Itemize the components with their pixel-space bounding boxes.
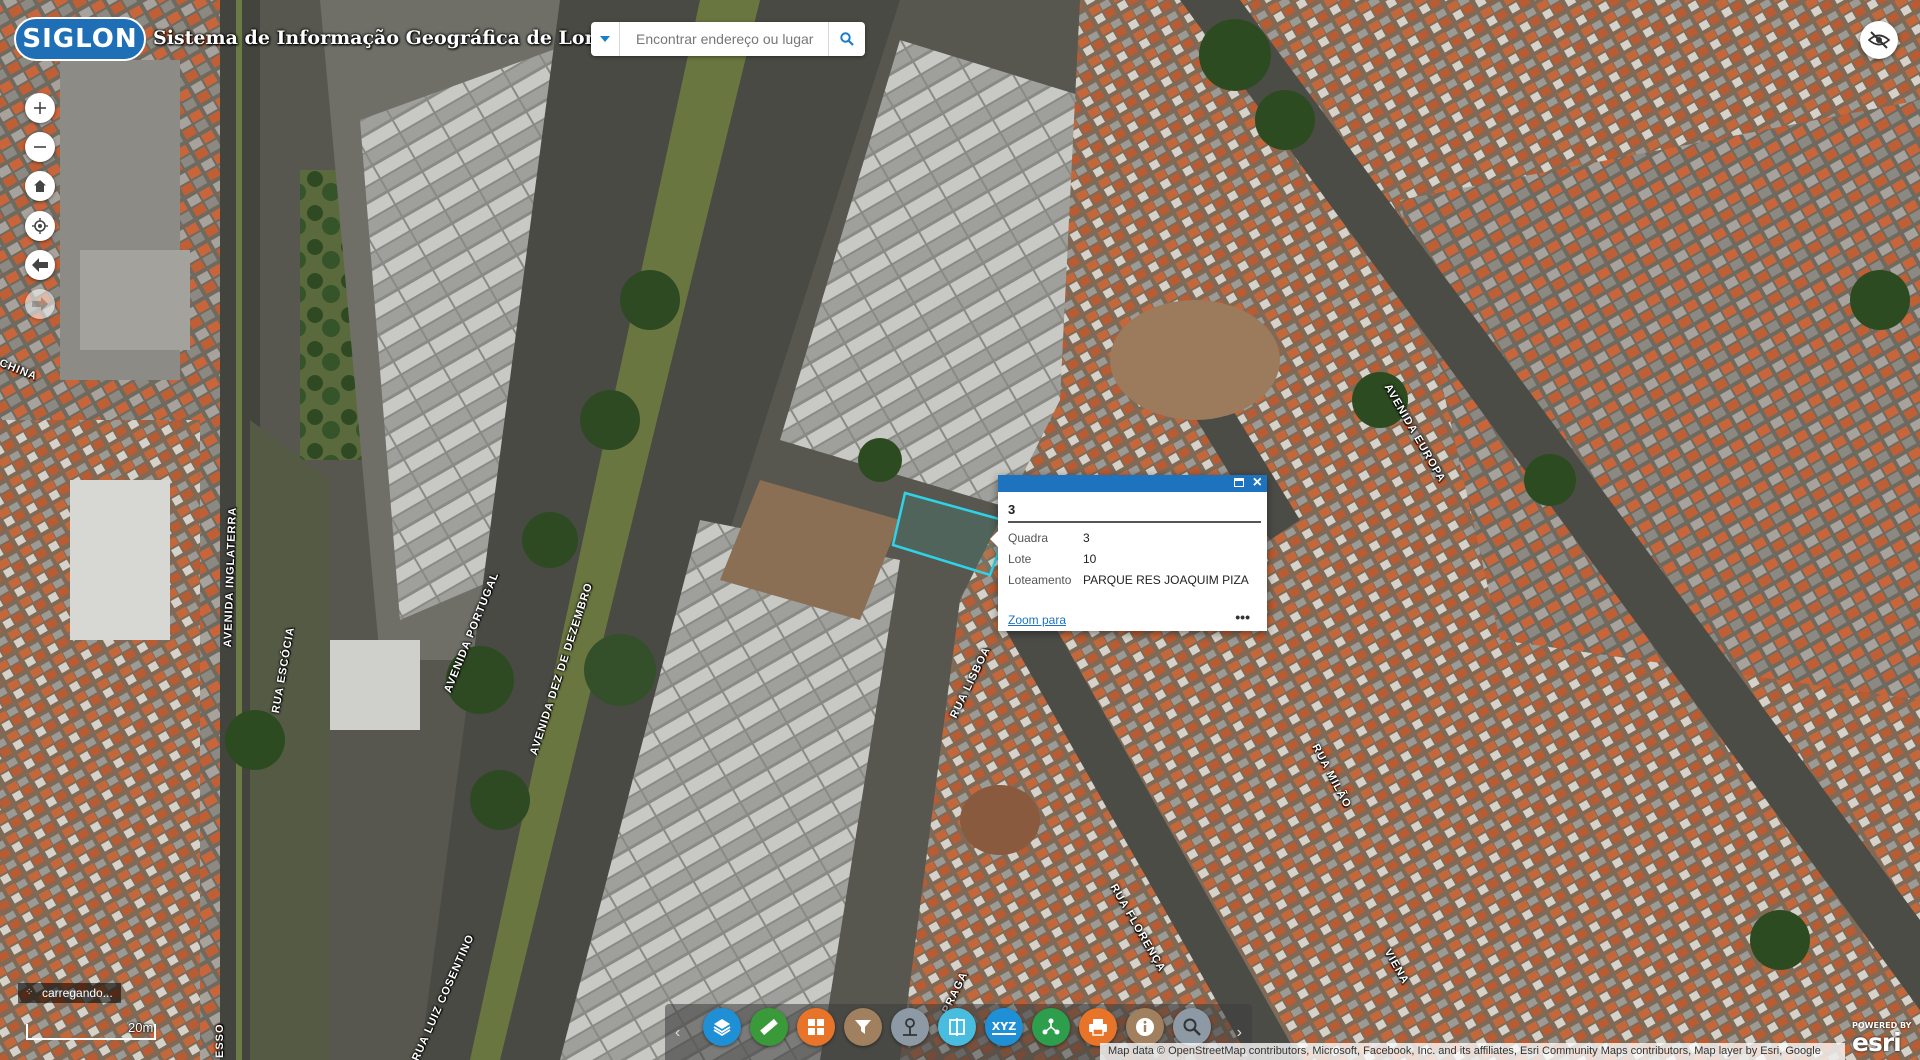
arrow-left-icon [32,258,48,272]
query-button[interactable] [1173,1008,1211,1046]
map-attribution[interactable]: Map data © OpenStreetMap contributors, M… [1100,1043,1845,1060]
layers-button[interactable] [703,1008,741,1046]
zoom-to-link[interactable]: Zoom para [1008,613,1066,627]
about-button[interactable] [1126,1008,1164,1046]
toolbar-scroll-right-icon[interactable]: › [1237,1024,1242,1042]
plus-icon [34,102,46,114]
street-label: ESSO [214,1023,226,1058]
loading-icon: ⁘ [25,987,34,998]
home-icon [34,180,46,192]
loading-indicator: ⁘ carregando... [18,983,121,1003]
attribute-row: Lote 10 [1008,552,1249,573]
search-widget [591,22,865,56]
popup-attributes: Quadra 3 Lote 10 Loteamento PARQUE RES J… [1008,531,1249,594]
attribute-label: Lote [1008,552,1032,566]
zoom-out-button[interactable] [25,132,55,162]
search-icon [840,32,854,46]
arrow-right-icon [32,297,48,311]
attribute-row: Loteamento PARQUE RES JOAQUIM PIZA [1008,573,1249,594]
locate-button[interactable] [25,211,55,241]
search-icon [1183,1018,1201,1036]
ruler-icon [760,1018,778,1036]
attribute-label: Quadra [1008,531,1049,545]
info-icon [1136,1018,1154,1036]
toggle-visibility-button[interactable] [1860,21,1898,59]
share-button[interactable] [1032,1008,1070,1046]
minus-icon [34,146,46,148]
map-view[interactable]: CHINA AVENIDA INGLATERRA RUA ESCÓCIA AVE… [0,0,1920,1060]
popup-pointer [990,531,998,547]
toolbar-scroll-left-icon[interactable]: ‹ [675,1024,680,1042]
directions-button[interactable] [891,1008,929,1046]
print-icon [1089,1019,1107,1036]
attribute-label: Loteamento [1008,573,1072,587]
esri-logo: POWERED BY esri [1852,1021,1911,1056]
next-extent-button[interactable] [25,289,55,319]
ellipsis-icon[interactable]: ••• [1235,609,1250,625]
share-icon [1042,1018,1060,1035]
attribute-value: 3 [1083,531,1090,545]
basemap-gallery-button[interactable] [797,1008,835,1046]
aerial-imagery [0,0,1920,1060]
maximize-icon[interactable] [1234,478,1244,487]
scale-label: 20m [128,1020,154,1035]
directions-icon [903,1018,917,1036]
filter-button[interactable] [844,1008,882,1046]
layers-icon [713,1019,731,1037]
esri-name: esri [1852,1028,1902,1057]
search-source-dropdown[interactable] [591,22,620,56]
close-icon[interactable]: × [1253,474,1262,491]
search-button[interactable] [828,22,865,56]
attribute-row: Quadra 3 [1008,531,1249,552]
attribute-value: 10 [1083,552,1097,566]
locate-icon [32,218,48,234]
home-button[interactable] [25,171,55,201]
measure-button[interactable] [750,1008,788,1046]
popup-divider [1008,521,1261,523]
feature-popup: × 3 Quadra 3 Lote 10 Loteamento PARQUE R… [990,474,1267,631]
grid-icon [808,1019,824,1035]
popup-title: 3 [1008,502,1016,517]
zoom-in-button[interactable] [25,93,55,123]
swipe-button[interactable] [938,1008,976,1046]
eye-slash-icon [1868,31,1890,49]
siglon-logo: SIGLON [14,17,146,61]
coordinates-button[interactable]: XYZ [985,1008,1023,1046]
attribute-value: PARQUE RES JOAQUIM PIZA [1083,573,1249,587]
xyz-icon: XYZ [991,1019,1017,1035]
search-input[interactable] [620,23,834,55]
filter-icon [855,1020,871,1034]
chevron-down-icon [600,36,610,42]
print-button[interactable] [1079,1008,1117,1046]
popup-header-bar: × [998,474,1267,492]
swipe-icon [949,1018,965,1036]
app-title: Sistema de Informação Geográfica de Lond… [153,27,656,49]
previous-extent-button[interactable] [25,250,55,280]
loading-text: carregando... [42,986,113,1000]
